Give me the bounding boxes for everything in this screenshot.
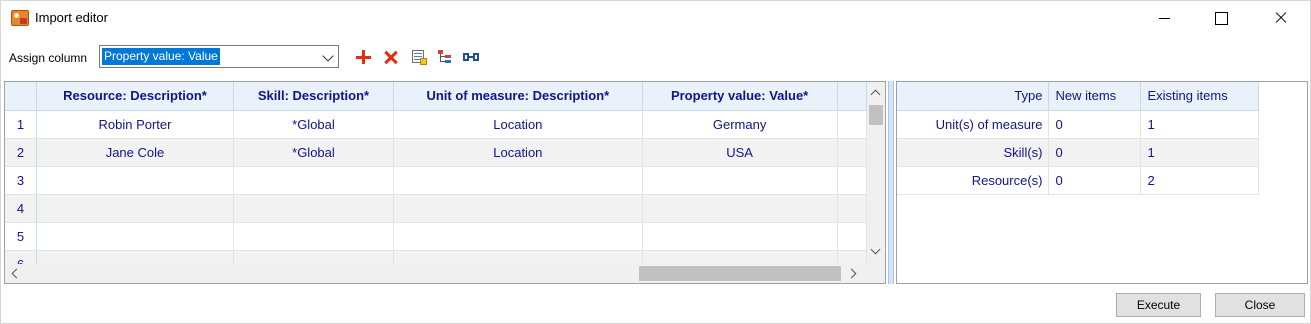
maximize-icon[interactable] [1198,1,1244,35]
grid-cell [837,222,867,251]
horizontal-scroll-thumb[interactable] [639,266,841,281]
column-header[interactable]: Resource: Description* [36,82,234,111]
grid-cell[interactable] [393,250,643,264]
summary-type: Unit(s) of measure [897,110,1049,139]
grid-cell[interactable] [36,166,234,195]
grid-header-row: Resource: Description* Skill: Descriptio… [5,82,867,111]
grid-cell[interactable]: USA [642,138,838,167]
grid-cell[interactable] [36,222,234,251]
assign-column-value: Property value: Value [102,48,220,65]
table-row[interactable]: 3 [5,166,867,195]
grid-cell[interactable] [642,166,838,195]
vertical-scroll-thumb[interactable] [869,105,883,125]
horizontal-scrollbar[interactable] [5,264,867,283]
scroll-left-icon[interactable] [11,268,22,279]
grid-cell[interactable] [233,222,394,251]
delete-icon[interactable] [383,49,399,65]
chevron-down-icon[interactable] [322,50,334,62]
title-bar[interactable]: Import editor [1,1,1310,35]
close-icon[interactable] [1257,1,1303,35]
row-number: 4 [5,194,38,223]
scroll-down-icon[interactable] [870,244,881,255]
summary-panel: Type New items Existing items Unit(s) of… [896,81,1308,284]
summary-column-header[interactable]: New items [1048,82,1141,111]
row-number: 2 [5,138,38,167]
grid-cell[interactable] [233,194,394,223]
table-row[interactable]: 2 Jane Cole *Global Location USA [5,138,867,167]
column-header-empty [837,82,867,111]
grid-cell[interactable] [393,194,643,223]
grid-cell [837,138,867,167]
import-grid-panel: Resource: Description* Skill: Descriptio… [4,81,886,284]
row-number: 3 [5,166,38,195]
grid-cell [837,250,867,264]
grid-cell[interactable] [393,222,643,251]
toolbar: Assign column Property value: Value [1,41,1310,71]
grid-cell [837,194,867,223]
grid-cell[interactable] [642,250,838,264]
table-row[interactable]: 6 [5,250,867,264]
summary-header-row: Type New items Existing items [897,82,1259,111]
column-header[interactable]: Skill: Description* [233,82,394,111]
import-editor-window: Import editor Assign column Property val… [0,0,1311,324]
summary-column-header[interactable]: Type [897,82,1049,111]
close-button[interactable]: Close [1215,293,1305,317]
grid-cell[interactable] [642,194,838,223]
import-grid[interactable]: Resource: Description* Skill: Descriptio… [5,82,867,264]
grid-cell [837,166,867,195]
row-number-header[interactable] [5,82,38,111]
vertical-scrollbar[interactable] [867,82,885,264]
join-icon[interactable] [463,49,479,65]
summary-existing-count: 1 [1140,110,1259,139]
summary-column-header[interactable]: Existing items [1140,82,1259,111]
tree-icon[interactable] [437,49,453,65]
summary-type: Skill(s) [897,138,1049,167]
scrollbar-corner [867,264,885,283]
summary-row[interactable]: Skill(s) 0 1 [897,138,1259,167]
execute-button[interactable]: Execute [1116,293,1201,317]
properties-icon[interactable] [411,49,427,65]
grid-cell[interactable] [642,222,838,251]
summary-existing-count: 1 [1140,138,1259,167]
summary-new-count: 0 [1048,166,1141,195]
scroll-right-icon[interactable] [846,268,857,279]
panel-splitter[interactable] [888,81,894,284]
summary-new-count: 0 [1048,138,1141,167]
grid-cell[interactable] [36,250,234,264]
table-row[interactable]: 4 [5,194,867,223]
summary-grid[interactable]: Type New items Existing items Unit(s) of… [897,82,1307,195]
app-icon [11,10,29,26]
row-number: 1 [5,110,38,139]
grid-cell[interactable]: Robin Porter [36,110,234,139]
row-number: 6 [5,250,38,264]
grid-cell[interactable] [36,194,234,223]
grid-cell[interactable]: *Global [233,138,394,167]
grid-cell[interactable] [233,250,394,264]
summary-row[interactable]: Unit(s) of measure 0 1 [897,110,1259,139]
grid-cell[interactable]: Germany [642,110,838,139]
table-row[interactable]: 1 Robin Porter *Global Location Germany [5,110,867,139]
assign-column-label: Assign column [9,51,88,65]
summary-row[interactable]: Resource(s) 0 2 [897,166,1259,195]
summary-existing-count: 2 [1140,166,1259,195]
summary-type: Resource(s) [897,166,1049,195]
column-header[interactable]: Property value: Value* [642,82,838,111]
grid-cell[interactable]: *Global [233,110,394,139]
assign-column-select[interactable]: Property value: Value [99,45,339,68]
row-number: 5 [5,222,38,251]
scroll-up-icon[interactable] [870,89,881,100]
column-header[interactable]: Unit of measure: Description* [393,82,643,111]
grid-cell[interactable] [393,166,643,195]
table-row[interactable]: 5 [5,222,867,251]
add-icon[interactable] [355,49,371,65]
grid-cell[interactable]: Jane Cole [36,138,234,167]
window-title: Import editor [35,10,108,25]
minimize-icon[interactable] [1142,1,1188,35]
grid-cell[interactable] [233,166,394,195]
grid-cell[interactable]: Location [393,138,643,167]
summary-new-count: 0 [1048,110,1141,139]
grid-cell [837,110,867,139]
grid-cell[interactable]: Location [393,110,643,139]
